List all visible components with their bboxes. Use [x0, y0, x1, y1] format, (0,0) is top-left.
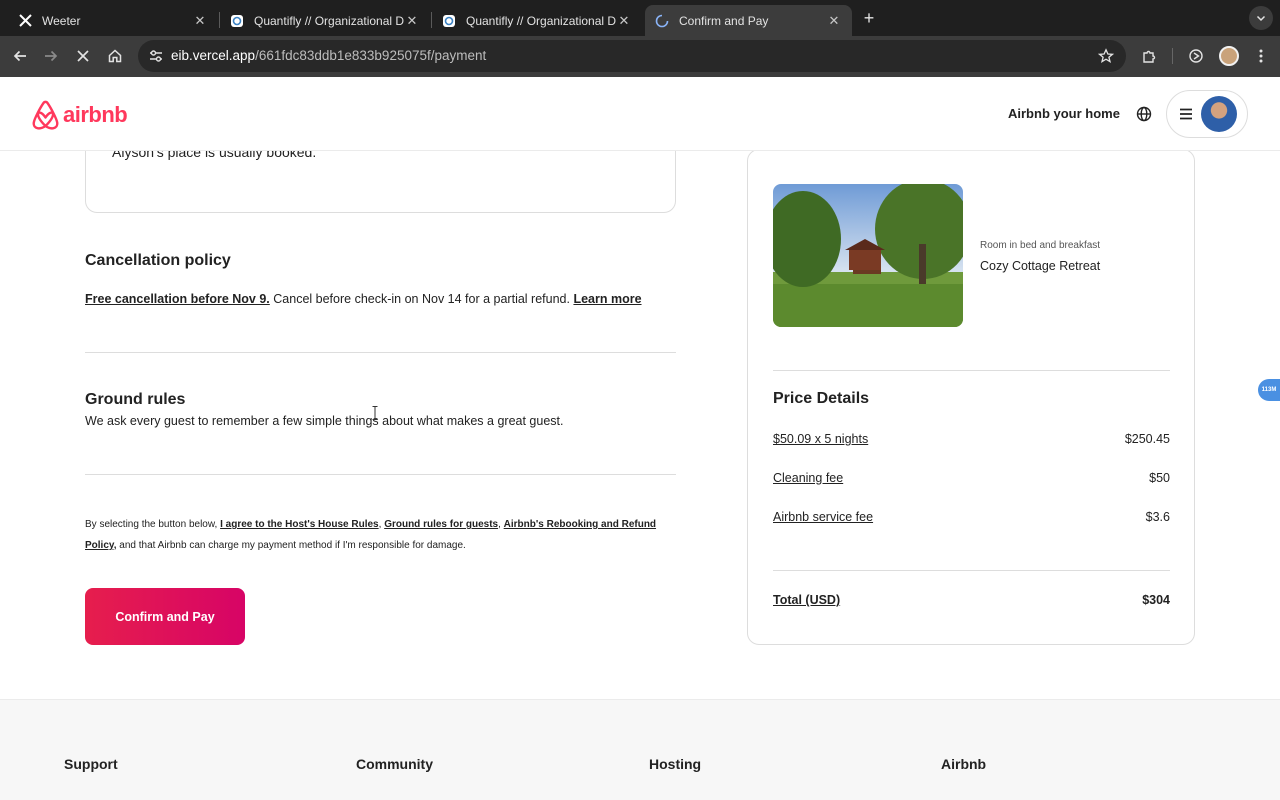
tab-quantifly-2[interactable]: Quantifly // Organizational Dia ✕	[432, 5, 642, 36]
tab-title: Quantifly // Organizational Dia	[254, 13, 404, 28]
cleaning-fee-value: $50	[1149, 471, 1170, 485]
new-tab-button[interactable]: +	[858, 8, 880, 28]
learn-more-link[interactable]: Learn more	[573, 292, 641, 306]
url-path: /661fdc83ddb1e833b925075f/payment	[255, 48, 487, 63]
card-divider	[773, 370, 1170, 371]
bookmark-button[interactable]	[1094, 44, 1118, 68]
cleaning-fee-link[interactable]: Cleaning fee	[773, 471, 843, 485]
airbnb-logo[interactable]: airbnb	[31, 99, 128, 131]
ground-rules-description: We ask every guest to remember a few sim…	[85, 414, 564, 428]
home-button[interactable]	[103, 44, 127, 68]
tab-weeter[interactable]: Weeter ✕	[8, 5, 218, 36]
extension-button[interactable]	[1184, 44, 1208, 68]
footer-heading-support: Support	[64, 756, 118, 772]
close-icon	[77, 50, 89, 62]
language-button[interactable]	[1134, 104, 1154, 124]
quantifly-icon	[442, 14, 456, 28]
star-icon	[1098, 48, 1114, 63]
nightly-rate-link[interactable]: $50.09 x 5 nights	[773, 432, 868, 446]
house-rules-link[interactable]: I agree to the Host's House Rules	[220, 519, 379, 530]
agreement-suffix: and that Airbnb can charge my payment me…	[116, 540, 466, 551]
close-icon[interactable]: ✕	[826, 13, 842, 29]
footer-heading-airbnb: Airbnb	[941, 756, 987, 772]
arrow-left-icon	[13, 50, 26, 62]
nightly-total: $250.45	[1124, 432, 1170, 446]
footer-heading-hosting: Hosting	[649, 756, 702, 772]
more-vertical-icon	[1259, 49, 1263, 63]
tab-title: Quantifly // Organizational Dia	[466, 13, 616, 28]
free-cancellation-text: Free cancellation before Nov 9.	[85, 292, 270, 306]
logo-text: airbnb	[63, 102, 128, 127]
close-icon[interactable]: ✕	[616, 13, 632, 29]
globe-icon	[1136, 106, 1152, 122]
footer-heading-community: Community	[356, 756, 433, 772]
url-text: eib.vercel.app/661fdc83ddb1e833b925075f/…	[171, 48, 486, 63]
loading-spinner-icon	[655, 14, 669, 28]
tab-search-button[interactable]	[1249, 6, 1273, 30]
cancellation-details: Cancel before check-in on Nov 14 for a p…	[269, 292, 574, 306]
card-divider	[773, 570, 1170, 571]
stop-loading-button[interactable]	[71, 44, 95, 68]
puzzle-icon	[1143, 50, 1156, 63]
room-type: Room in bed and breakfast	[980, 240, 1101, 251]
profile-avatar[interactable]	[1219, 46, 1239, 66]
agreement-prefix: By selecting the button below,	[85, 519, 221, 530]
x-logo-icon	[18, 14, 32, 28]
floating-badge[interactable]: 113M	[1258, 379, 1280, 401]
service-fee-link[interactable]: Airbnb service fee	[773, 510, 873, 524]
ground-rules-title: Ground rules	[85, 391, 186, 408]
service-fee-value: $3.6	[1145, 510, 1170, 524]
rare-find-notice: Alyson's place is usually booked.	[85, 151, 676, 213]
site-footer: Support Community Hosting Airbnb	[0, 699, 1280, 800]
avatar	[1201, 96, 1237, 132]
site-info-button[interactable]	[144, 44, 168, 68]
payment-page: Alyson's place is usually booked. Cancel…	[0, 151, 1280, 800]
confirm-and-pay-button[interactable]: Confirm and Pay	[85, 588, 245, 645]
cancellation-policy-text: Free cancellation before Nov 9. Cancel b…	[85, 292, 642, 306]
booking-summary-card: Room in bed and breakfast Cozy Cottage R…	[747, 151, 1195, 645]
quantifly-icon	[230, 14, 244, 28]
toolbar-divider	[1172, 48, 1173, 64]
address-bar[interactable]: eib.vercel.app/661fdc83ddb1e833b925075f/…	[138, 40, 1126, 72]
listing-photo	[773, 184, 963, 327]
close-icon[interactable]: ✕	[192, 13, 208, 29]
arrow-right-icon	[45, 50, 58, 62]
airbnb-belo-icon	[32, 100, 59, 130]
close-icon[interactable]: ✕	[404, 13, 420, 29]
chevron-down-icon	[1256, 15, 1266, 22]
tab-confirm-and-pay[interactable]: Confirm and Pay ✕	[645, 5, 852, 36]
tab-title: Weeter	[42, 13, 81, 28]
home-icon	[108, 49, 122, 63]
price-details-title: Price Details	[773, 390, 870, 407]
site-header: airbnb Airbnb your home	[0, 77, 1280, 151]
tune-icon	[150, 50, 162, 62]
browser-tab-bar: Weeter ✕ Quantifly // Organizational Dia…	[0, 0, 1280, 36]
menu-icon	[1180, 108, 1192, 120]
forward-button[interactable]	[39, 44, 63, 68]
url-host: eib.vercel.app	[171, 48, 256, 63]
guest-rules-link[interactable]: Ground rules for guests	[384, 519, 498, 530]
notice-text: Alyson's place is usually booked.	[112, 151, 317, 160]
tab-quantifly-1[interactable]: Quantifly // Organizational Dia ✕	[220, 5, 430, 36]
agreement-text: By selecting the button below, I agree t…	[85, 514, 665, 556]
text-cursor-icon	[372, 406, 378, 420]
listing-name: Cozy Cottage Retreat	[980, 259, 1101, 273]
user-menu-button[interactable]	[1166, 90, 1248, 138]
back-button[interactable]	[8, 44, 32, 68]
browser-toolbar: eib.vercel.app/661fdc83ddb1e833b925075f/…	[0, 36, 1280, 77]
cancellation-policy-title: Cancellation policy	[85, 252, 231, 269]
extensions-button[interactable]	[1137, 44, 1161, 68]
section-divider	[85, 352, 676, 353]
airbnb-your-home-link[interactable]: Airbnb your home	[1008, 106, 1120, 121]
tab-title: Confirm and Pay	[679, 13, 769, 28]
total-value: $304	[1142, 593, 1170, 607]
section-divider	[85, 474, 676, 475]
total-label[interactable]: Total (USD)	[773, 593, 840, 607]
browser-menu-button[interactable]	[1249, 44, 1273, 68]
extension-icon	[1189, 49, 1203, 63]
